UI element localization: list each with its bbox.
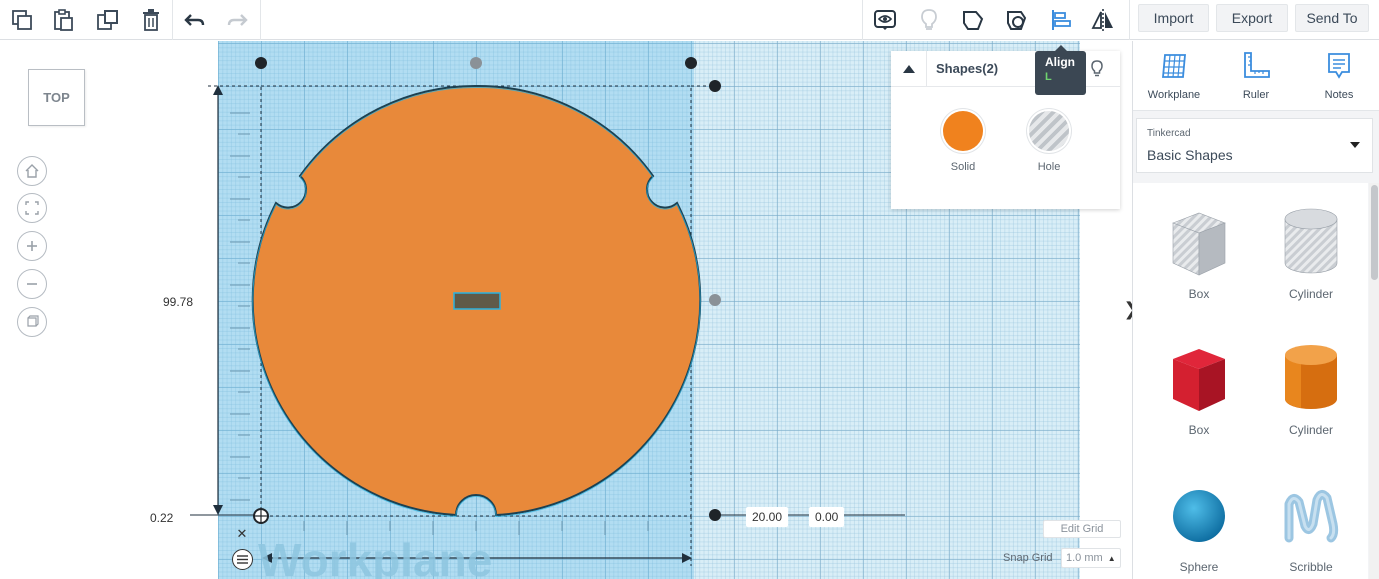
library-category: Tinkercad — [1147, 128, 1191, 139]
undo-icon[interactable] — [179, 4, 211, 36]
box-hole-icon — [1172, 212, 1226, 276]
chevron-down-icon — [1350, 142, 1360, 148]
home-icon[interactable] — [17, 156, 47, 186]
caret-up-icon — [902, 65, 915, 73]
shape-cylinder-label: Cylinder — [1288, 423, 1333, 437]
workplane-watermark: Workplane — [258, 534, 492, 579]
shape-box-label: Box — [1188, 423, 1210, 437]
shape-scribble-label: Scribble — [1289, 560, 1333, 574]
shape-cylinder[interactable]: Cylinder — [1261, 339, 1361, 467]
workplane-icon — [1162, 54, 1186, 78]
right-panel: Workplane Ruler Notes Tinkercad Basic Sh… — [1132, 41, 1379, 579]
ungroup-icon[interactable] — [1001, 4, 1033, 36]
x-offset-dimension[interactable]: 20.00 — [746, 507, 789, 527]
shape-grid: Box Cylinder Box Cylinder Sphere Scribbl… — [1133, 183, 1368, 579]
viewcube[interactable]: TOP — [28, 69, 85, 126]
collapse-inspector-button[interactable] — [891, 51, 927, 87]
mirror-icon[interactable] — [1087, 4, 1119, 36]
copy-icon[interactable] — [6, 4, 38, 36]
align-tooltip: Align L — [1035, 45, 1086, 95]
export-button[interactable]: Export — [1216, 4, 1288, 32]
light-bulb-icon[interactable] — [913, 4, 945, 36]
workplane-tool[interactable]: Workplane — [1139, 49, 1209, 107]
notes-tool[interactable]: Notes — [1304, 49, 1374, 107]
group-icon[interactable] — [957, 4, 989, 36]
paste-icon[interactable] — [47, 4, 79, 36]
shape-cylinder-hole-label: Cylinder — [1288, 287, 1333, 301]
inspector-title: Shapes(2) — [936, 61, 999, 76]
close-icon[interactable]: ✕ — [235, 527, 249, 541]
notes-icon — [1328, 53, 1350, 79]
hole-swatch[interactable] — [1029, 111, 1069, 151]
y-offset-dimension[interactable]: 0.00 — [809, 507, 845, 527]
delete-icon[interactable] — [135, 4, 167, 36]
elevation-dimension[interactable]: 0.22 — [144, 508, 180, 528]
hole-label: Hole — [1037, 161, 1061, 173]
box-icon — [1173, 349, 1225, 411]
sphere-icon — [1173, 490, 1225, 542]
shape-grid-scrollbar[interactable] — [1369, 183, 1379, 579]
import-button[interactable]: Import — [1138, 4, 1209, 32]
zoom-in-icon[interactable] — [17, 231, 47, 261]
snap-grid-value: 1.0 mm — [1066, 552, 1103, 564]
menu-icon[interactable] — [232, 549, 253, 570]
snap-grid-select[interactable]: 1.0 mm ▲ — [1061, 548, 1121, 568]
scribble-icon — [1284, 490, 1339, 543]
caret-up-icon: ▲ — [1107, 553, 1116, 563]
solid-label: Solid — [950, 161, 976, 173]
workplane-tool-label: Workplane — [1147, 89, 1201, 101]
shape-cylinder-hole[interactable]: Cylinder — [1261, 203, 1361, 331]
light-bulb-icon[interactable] — [1087, 59, 1107, 79]
cylinder-hole-icon — [1284, 208, 1338, 274]
ruler-icon — [1244, 52, 1270, 78]
duplicate-icon[interactable] — [92, 4, 124, 36]
shape-sphere-label: Sphere — [1179, 560, 1219, 574]
shape-box[interactable]: Box — [1149, 339, 1249, 467]
shape-sphere[interactable]: Sphere — [1149, 476, 1249, 579]
fit-view-icon[interactable] — [17, 193, 47, 223]
library-name: Basic Shapes — [1147, 147, 1233, 163]
height-dimension[interactable]: 99.78 — [157, 292, 200, 312]
notes-tool-label: Notes — [1324, 89, 1354, 101]
main-toolbar: Import Export Send To — [0, 0, 1379, 40]
shape-library-select[interactable]: Tinkercad Basic Shapes — [1136, 118, 1373, 173]
edit-grid-button[interactable]: Edit Grid — [1043, 520, 1121, 538]
shape-scribble[interactable]: Scribble — [1261, 476, 1361, 579]
redo-icon[interactable] — [221, 4, 253, 36]
align-icon[interactable] — [1045, 4, 1077, 36]
ruler-tool[interactable]: Ruler — [1221, 49, 1291, 107]
panel-tools: Workplane Ruler Notes — [1133, 41, 1379, 111]
scroll-thumb[interactable] — [1371, 185, 1378, 280]
cylinder-icon — [1285, 345, 1337, 409]
tooltip-title: Align — [1045, 55, 1075, 69]
shape-box-hole-label: Box — [1188, 287, 1210, 301]
solid-swatch[interactable] — [943, 111, 983, 151]
zoom-out-icon[interactable] — [17, 269, 47, 299]
snap-grid-label: Snap Grid — [1003, 552, 1053, 564]
perspective-icon[interactable] — [17, 307, 47, 337]
show-all-icon[interactable] — [869, 4, 901, 36]
ruler-tool-label: Ruler — [1242, 89, 1270, 101]
send-to-button[interactable]: Send To — [1295, 4, 1369, 32]
shape-box-hole[interactable]: Box — [1149, 203, 1249, 331]
tooltip-shortcut: L — [1045, 71, 1052, 83]
